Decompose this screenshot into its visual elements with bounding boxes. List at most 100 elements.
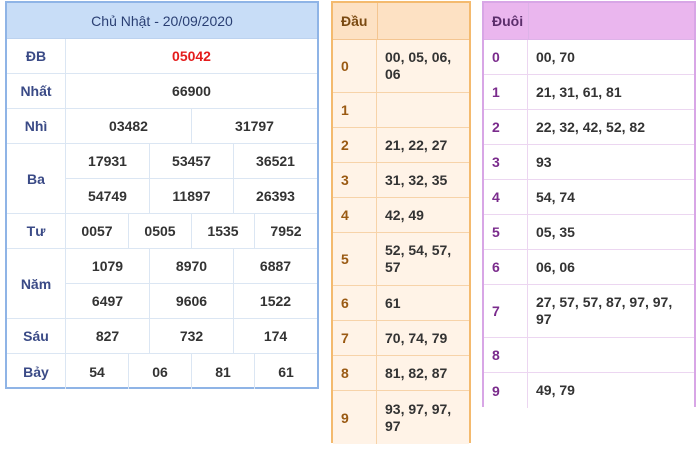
results-table: Chủ Nhật - 20/09/2020 ĐB 05042 Nhất 66900 Nh…	[5, 1, 319, 389]
duoi-values	[528, 338, 694, 372]
prize-values: 0057 0505 1535 7952	[66, 214, 317, 248]
dau-row: 0 00, 05, 06, 06	[333, 40, 469, 93]
dau-row: 1	[333, 93, 469, 128]
prize-row: Tư 0057 0505 1535 7952	[7, 214, 317, 249]
prize-number: 8970	[149, 249, 233, 283]
dau-digit: 8	[333, 356, 377, 390]
prize-line: 1079 8970 6887	[66, 249, 317, 283]
dau-digit: 1	[333, 93, 377, 127]
prize-number: 1079	[91, 258, 124, 274]
dau-digit: 9	[333, 391, 377, 444]
prize-number: 61	[254, 354, 317, 389]
prize-number: 54	[89, 363, 105, 380]
dau-values: 81, 82, 87	[385, 364, 448, 381]
duoi-digit: 9	[484, 373, 528, 408]
dau-row: 3 31, 32, 35	[333, 163, 469, 198]
dau-row: 6 61	[333, 286, 469, 321]
duoi-row: 2 22, 32, 42, 52, 82	[484, 110, 694, 145]
dau-digit: 2	[333, 128, 377, 162]
results-body: ĐB 05042 Nhất 66900 Nhì 03482 31797 Ba 17931 5345…	[7, 39, 317, 389]
prize-line: 03482 31797	[66, 109, 317, 143]
prize-number: 6497	[91, 293, 124, 309]
prize-label: Sáu	[7, 319, 66, 353]
dau-values	[377, 93, 469, 127]
duoi-values: 54, 74	[536, 188, 575, 205]
prize-row: Sáu 827 732 174	[7, 319, 317, 354]
prize-number: 0505	[128, 214, 191, 248]
prize-label: Nhì	[7, 109, 66, 143]
dau-body: 0 00, 05, 06, 06 1 2 21, 22, 27 3 31, 32, 35 4 4…	[333, 40, 469, 444]
duoi-values: 05, 35	[536, 223, 575, 240]
duoi-header: Đuôi	[484, 3, 694, 40]
duoi-digit: 3	[484, 145, 528, 179]
prize-row: Năm 1079 8970 6887 6497 9606 1522	[7, 249, 317, 319]
duoi-digit: 5	[484, 215, 528, 249]
dau-row: 7 70, 74, 79	[333, 321, 469, 356]
duoi-row: 7 27, 57, 57, 87, 97, 97, 97	[484, 285, 694, 338]
prize-line: 17931 53457 36521	[66, 144, 317, 178]
dau-row: 5 52, 54, 57, 57	[333, 233, 469, 286]
results-title: Chủ Nhật - 20/09/2020	[7, 3, 317, 39]
dau-header-label: Đầu	[341, 13, 368, 29]
dau-table: Đầu 0 00, 05, 06, 06 1 2 21, 22, 27 3 31, 32, …	[331, 1, 471, 444]
prize-number: 17931	[88, 153, 127, 169]
duoi-row: 8	[484, 338, 694, 373]
prize-label: Năm	[7, 249, 66, 318]
duoi-body: 0 00, 70 1 21, 31, 61, 81 2 22, 32, 42, 52, 8…	[484, 40, 694, 408]
prize-number: 54749	[88, 188, 127, 204]
prize-line: 0057 0505 1535 7952	[66, 214, 317, 248]
prize-values: 54 06 81 61	[66, 354, 317, 389]
prize-number: 81	[191, 354, 254, 389]
dau-row: 9 93, 97, 97, 97	[333, 391, 469, 444]
prize-number: 7952	[254, 214, 317, 248]
duoi-digit: 6	[484, 250, 528, 284]
prize-label: ĐB	[7, 39, 66, 73]
dau-values: 31, 32, 35	[385, 171, 448, 188]
prize-label: Tư	[7, 214, 66, 248]
prize-line: 54749 11897 26393	[66, 178, 317, 213]
duoi-header-blank	[528, 3, 694, 39]
prize-row: Nhất 66900	[7, 74, 317, 109]
dau-digit: 3	[333, 163, 377, 197]
prize-number: 36521	[233, 144, 317, 178]
prize-label: Ba	[7, 144, 66, 213]
duoi-values: 00, 70	[536, 48, 575, 65]
dau-digit: 6	[333, 286, 377, 320]
prize-number: 6887	[233, 249, 317, 283]
prize-line: 827 732 174	[66, 319, 317, 353]
prize-number: 732	[149, 319, 233, 353]
dau-row: 8 81, 82, 87	[333, 356, 469, 391]
duoi-values: 49, 79	[536, 382, 575, 398]
dau-digit: 0	[333, 40, 377, 92]
dau-values: 70, 74, 79	[385, 329, 448, 346]
prize-number: 03482	[109, 118, 148, 134]
prize-values: 827 732 174	[66, 319, 317, 353]
dau-header-blank	[377, 3, 469, 39]
duoi-digit: 1	[484, 75, 528, 109]
prize-number: 26393	[233, 179, 317, 213]
duoi-digit: 7	[484, 285, 528, 337]
dau-digit: 4	[333, 198, 377, 232]
prize-values: 17931 53457 36521 54749 11897 26393	[66, 144, 317, 213]
prize-number: 827	[95, 328, 120, 344]
duoi-row: 3 93	[484, 145, 694, 180]
duoi-values: 27, 57, 57, 87, 97, 97, 97	[536, 294, 673, 327]
dau-values: 21, 22, 27	[385, 136, 448, 153]
prize-number: 53457	[149, 144, 233, 178]
duoi-values: 21, 31, 61, 81	[536, 83, 622, 100]
dau-row: 4 42, 49	[333, 198, 469, 233]
duoi-row: 5 05, 35	[484, 215, 694, 250]
prize-number: 11897	[149, 179, 233, 213]
duoi-header-label: Đuôi	[492, 13, 524, 29]
prize-number: 31797	[191, 109, 317, 143]
duoi-row: 9 49, 79	[484, 373, 694, 408]
dau-values: 52, 54, 57, 57	[385, 242, 452, 275]
prize-number: 06	[128, 354, 191, 389]
dau-row: 2 21, 22, 27	[333, 128, 469, 163]
duoi-row: 1 21, 31, 61, 81	[484, 75, 694, 110]
duoi-table: Đuôi 0 00, 70 1 21, 31, 61, 81 2 22, 32, 42, …	[482, 1, 696, 408]
duoi-digit: 4	[484, 180, 528, 214]
prize-number: 1535	[191, 214, 254, 248]
prize-line: 54 06 81 61	[66, 354, 317, 389]
dau-digit: 7	[333, 321, 377, 355]
